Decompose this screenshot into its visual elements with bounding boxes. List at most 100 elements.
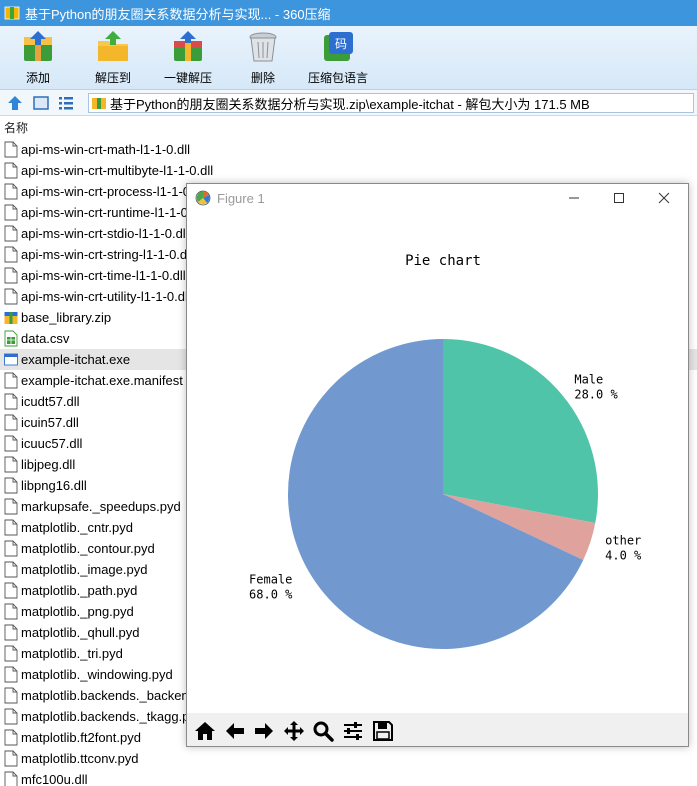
file-name: api-ms-win-crt-time-l1-1-0.dll (21, 268, 186, 283)
zip-folder-icon (92, 98, 106, 109)
maximize-button[interactable] (596, 184, 642, 212)
csv-file-icon (4, 330, 18, 347)
file-row[interactable]: mfc100u.dll (0, 769, 697, 786)
pie-label-percent: 28.0 % (574, 387, 618, 401)
file-name: matplotlib._path.pyd (21, 583, 138, 598)
pan-icon (283, 720, 304, 741)
file-icon (4, 435, 18, 452)
column-header-name[interactable]: 名称 (0, 118, 697, 138)
one-click-extract-button[interactable]: 一键解压 (150, 29, 226, 86)
file-icon (4, 477, 18, 494)
pie-slice-male (443, 339, 598, 524)
subplots-config-icon (343, 721, 362, 740)
file-icon (4, 414, 18, 431)
file-name: example-itchat.exe.manifest (21, 373, 183, 388)
figure-toolbar (187, 713, 688, 746)
pie-label-name: Male (574, 372, 603, 386)
back-button[interactable] (222, 718, 247, 743)
file-icon (4, 456, 18, 473)
window-titlebar[interactable]: 基于Python的朋友圈关系数据分析与实现... - 360压缩 (0, 0, 697, 26)
file-name: api-ms-win-crt-string-l1-1-0.dll (21, 247, 193, 262)
one-click-extract-button-label: 一键解压 (163, 71, 212, 85)
up-arrow-icon[interactable] (6, 94, 24, 112)
back-arrow-icon (225, 722, 244, 739)
maximize-icon (614, 193, 624, 203)
file-name: icuin57.dll (21, 415, 79, 430)
archive-language-icon: 码 (324, 32, 353, 61)
minimize-icon (569, 197, 579, 199)
add-button-label: 添加 (25, 71, 50, 85)
file-name: matplotlib.backends._tkagg.pyd (21, 709, 204, 724)
file-row[interactable]: matplotlib.ttconv.pyd (0, 748, 697, 769)
zoom-icon (313, 721, 334, 742)
file-icon (4, 393, 18, 410)
file-icon (4, 750, 18, 767)
archive-app-icon (4, 6, 20, 20)
file-name: mfc100u.dll (21, 772, 88, 786)
file-name: base_library.zip (21, 310, 112, 325)
file-name: api-ms-win-crt-multibyte-l1-1-0.dll (21, 163, 214, 178)
file-name: example-itchat.exe (21, 352, 131, 367)
close-icon (658, 192, 670, 204)
file-name: api-ms-win-crt-math-l1-1-0.dll (21, 142, 191, 157)
home-button[interactable] (192, 718, 217, 743)
pie-label-percent: 4.0 % (605, 549, 642, 563)
file-name: api-ms-win-crt-process-l1-1-0.dll (21, 184, 207, 199)
file-icon (4, 540, 18, 557)
zoom-button[interactable] (310, 718, 335, 743)
zip-archive-icon (4, 312, 18, 324)
file-icon (4, 666, 18, 683)
file-name: api-ms-win-crt-stdio-l1-1-0.dll (21, 226, 189, 241)
archive-language-button-label: 压缩包语言 (307, 71, 368, 85)
save-button[interactable] (370, 718, 395, 743)
file-row[interactable]: api-ms-win-crt-math-l1-1-0.dll (0, 139, 697, 160)
delete-button-label: 删除 (250, 71, 275, 85)
plot-area[interactable]: Pie chart Male 28.0 % other 4.0 % Female 68.0… (187, 212, 688, 713)
pan-button[interactable] (281, 718, 306, 743)
file-icon (4, 246, 18, 263)
extract-to-icon (98, 31, 128, 61)
archive-language-button[interactable]: 码 压缩包语言 (300, 29, 376, 86)
file-icon (4, 498, 18, 515)
forward-button[interactable] (251, 718, 276, 743)
path-field[interactable]: 基于Python的朋友圈关系数据分析与实现.zip\example-itchat… (88, 93, 694, 113)
close-button[interactable] (641, 184, 687, 212)
file-icon (4, 645, 18, 662)
thumbnail-view-icon[interactable] (32, 94, 50, 112)
exe-file-icon (4, 353, 18, 366)
delete-button[interactable]: 删除 (225, 29, 301, 86)
file-name: matplotlib._contour.pyd (21, 541, 155, 556)
pie-chart: Pie chart Male28.0 % other4.0 % Female68.0… (249, 253, 642, 649)
file-name: matplotlib._tri.pyd (21, 646, 123, 661)
file-icon (4, 519, 18, 536)
file-icon (4, 183, 18, 200)
file-row[interactable]: api-ms-win-crt-multibyte-l1-1-0.dll (0, 160, 697, 181)
figure-window[interactable]: Figure 1 Pie chart Male 28.0 % other 4.0 % F… (186, 183, 689, 747)
file-name: matplotlib._image.pyd (21, 562, 148, 577)
subplots-config-button[interactable] (340, 718, 365, 743)
list-view-icon[interactable] (57, 94, 75, 112)
file-icon (4, 771, 18, 786)
add-button[interactable]: 添加 (0, 29, 76, 86)
delete-icon (249, 32, 277, 62)
app-root: 基于Python的朋友圈关系数据分析与实现... - 360压缩 添加 解压到 (0, 0, 697, 786)
pie-label-name: other (605, 534, 641, 548)
file-icon (4, 225, 18, 242)
file-icon (4, 603, 18, 620)
svg-text:码: 码 (335, 37, 347, 51)
file-name: matplotlib._qhull.pyd (21, 625, 140, 640)
extract-to-button[interactable]: 解压到 (75, 29, 151, 86)
file-name: matplotlib._windowing.pyd (21, 667, 173, 682)
path-text: 基于Python的朋友圈关系数据分析与实现.zip\example-itchat… (110, 96, 590, 112)
figure-title: Figure 1 (217, 190, 265, 206)
file-name: icudt57.dll (21, 394, 80, 409)
one-click-extract-icon (174, 31, 202, 61)
pie-label-name: Female (249, 572, 292, 586)
main-toolbar: 添加 解压到 一键解压 删除 码 压缩包语言 (0, 26, 697, 90)
file-name: libjpeg.dll (21, 457, 76, 472)
extract-to-button-label: 解压到 (94, 71, 131, 85)
minimize-button[interactable] (551, 184, 597, 212)
save-icon (372, 720, 393, 741)
file-icon (4, 204, 18, 221)
file-icon (4, 561, 18, 578)
